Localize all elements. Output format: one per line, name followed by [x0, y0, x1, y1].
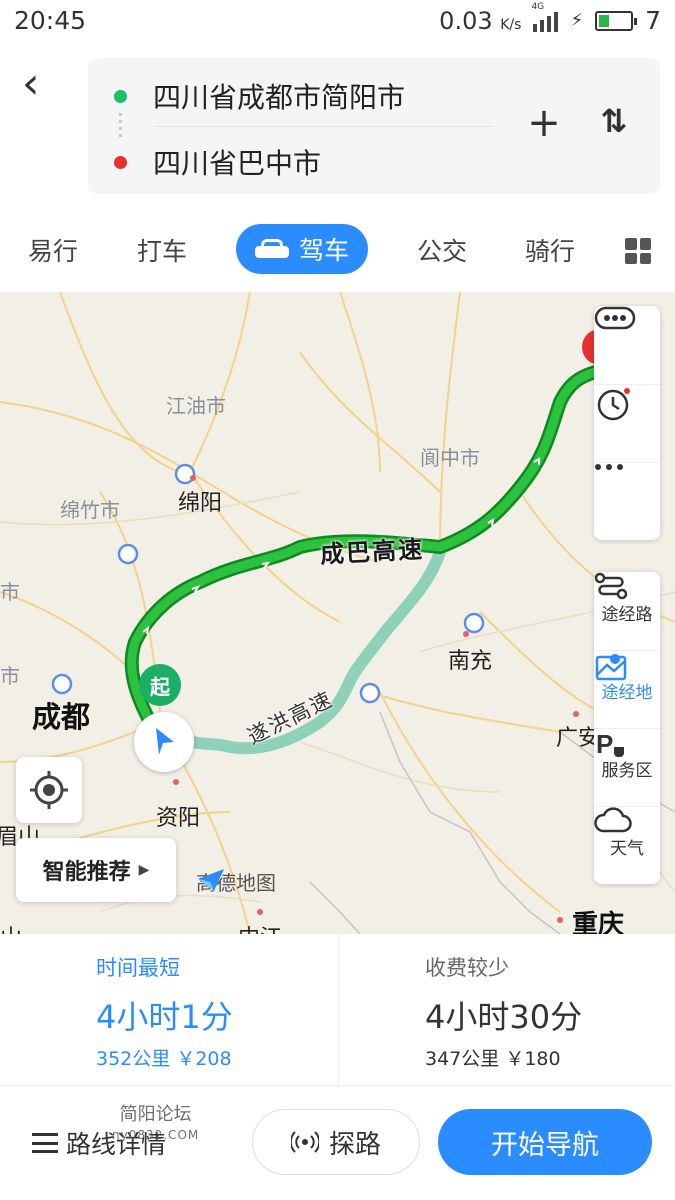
- triangle-right-icon: ▶: [138, 862, 150, 878]
- history-button[interactable]: [594, 384, 660, 462]
- locate-icon: [30, 771, 68, 809]
- map-label-mianzhu: 绵竹市: [60, 498, 120, 522]
- dots-pill-icon: [594, 306, 636, 330]
- origin-dot-icon: [114, 89, 127, 103]
- network-speed: 0.03 K/s: [439, 6, 522, 35]
- traffic-options-button[interactable]: [594, 306, 660, 384]
- charging-icon: ⚡: [570, 10, 584, 31]
- route-options: 时间最短 4小时1分 352公里 ￥208 收费较少 4小时30分 347公里 …: [0, 934, 675, 1086]
- map-label-neijiang: 内江: [238, 920, 282, 934]
- map-label-mianyang: 绵阳: [178, 491, 223, 516]
- destination-field[interactable]: 四川省巴中市: [153, 142, 321, 182]
- travel-mode-tabs: 易行 打车 驾车 公交 骑行: [0, 210, 675, 292]
- start-navigation-button[interactable]: 开始导航: [438, 1109, 652, 1175]
- destination-row[interactable]: 四川省巴中市: [88, 142, 321, 182]
- signal-icon: 4G: [531, 2, 559, 32]
- bottom-action-bar: 路线详情 简阳论坛 ny0832.COM 探路 开始导航: [0, 1087, 675, 1200]
- battery-icon: [595, 10, 638, 31]
- route-option-cheaper[interactable]: 收费较少 4小时30分 347公里 ￥180: [338, 934, 675, 1086]
- more-icon: [595, 464, 623, 470]
- status-time: 20:45: [14, 6, 87, 35]
- locate-button[interactable]: [16, 757, 82, 823]
- route-meta: 347公里 ￥180: [425, 1048, 561, 1070]
- map-tool-panel: 途经路 途经地 P 服务区 天气: [594, 572, 660, 884]
- waypoint-road-button[interactable]: 途经路: [594, 572, 660, 650]
- tab-drive-label: 驾车: [298, 236, 349, 265]
- divider: [154, 126, 494, 127]
- route-input-card: 四川省成都市简阳市 四川省巴中市 + ⇅: [88, 58, 660, 194]
- waypoint-road-icon: [594, 572, 628, 600]
- map-label-ziyang: 资阳: [156, 806, 201, 831]
- smart-recommend-button[interactable]: 智能推荐 ▶: [16, 838, 176, 902]
- more-button[interactable]: [594, 462, 660, 540]
- service-area-button[interactable]: P 服务区: [594, 728, 660, 806]
- tab-drive[interactable]: 驾车: [236, 224, 368, 274]
- map-label-edge-shan: 山: [0, 920, 22, 934]
- tab-bike[interactable]: 骑行: [525, 232, 575, 268]
- map-label-edge-shi-1: 市: [0, 580, 20, 604]
- route-tag: 收费较少: [425, 956, 509, 980]
- service-area-icon: P: [596, 729, 624, 759]
- route-option-fastest[interactable]: 时间最短 4小时1分 352公里 ￥208: [0, 934, 337, 1086]
- start-marker: 起: [139, 664, 181, 706]
- map-label-chongqing: 重庆: [572, 910, 625, 934]
- map-view[interactable]: 江油市 绵阳 绵竹市 阆中市 南充 成都 资阳 广安 重庆 眉山 市 市 内江 …: [0, 292, 675, 934]
- list-icon: [32, 1133, 58, 1153]
- swap-route-button[interactable]: ⇅: [594, 102, 634, 140]
- route-time: 4小时1分: [96, 998, 233, 1036]
- origin-field[interactable]: 四川省成都市简阳市: [153, 76, 405, 116]
- route-meta: 352公里 ￥208: [96, 1048, 232, 1070]
- svg-text:P: P: [596, 729, 613, 759]
- map-label-nanchong: 南充: [448, 649, 493, 674]
- origin-row[interactable]: 四川省成都市简阳市: [88, 76, 405, 116]
- connector-dots: [119, 113, 122, 139]
- car-icon: [254, 238, 289, 260]
- back-button[interactable]: ‹: [22, 62, 62, 108]
- add-waypoint-button[interactable]: +: [524, 100, 564, 146]
- route-header: ‹ 四川省成都市简阳市 四川省巴中市 + ⇅: [0, 42, 675, 210]
- route-tag: 时间最短: [96, 956, 180, 980]
- current-location-arrow-icon: [134, 712, 194, 772]
- route-time: 4小时30分: [425, 998, 583, 1036]
- map-label-jiangyou: 江油市: [166, 394, 226, 418]
- broadcast-icon: [290, 1131, 319, 1153]
- battery-level: 7: [645, 6, 661, 35]
- weather-icon: [594, 807, 632, 833]
- forum-watermark: 简阳论坛 ny0832.COM: [112, 1104, 200, 1143]
- map-label-edge-shi-2: 市: [0, 664, 20, 688]
- road-label-chengba: 成巴高速: [319, 535, 425, 569]
- waypoint-place-button[interactable]: 途经地: [594, 650, 660, 728]
- tab-yixing[interactable]: 易行: [28, 232, 78, 268]
- destination-dot-icon: [114, 155, 127, 169]
- status-right: 0.03 K/s 4G ⚡ 7: [439, 2, 661, 36]
- map-label-langzhong: 阆中市: [420, 446, 480, 470]
- history-icon: [597, 388, 630, 421]
- amap-logo: 高德地图: [196, 867, 276, 896]
- amap-logo-icon: [198, 869, 224, 891]
- tab-taxi[interactable]: 打车: [137, 232, 187, 268]
- waypoint-place-icon: [595, 654, 627, 681]
- explore-route-button[interactable]: 探路: [252, 1109, 420, 1175]
- map-top-controls: [594, 306, 660, 540]
- tab-bus[interactable]: 公交: [417, 232, 467, 268]
- map-label-chengdu: 成都: [32, 700, 91, 734]
- weather-button[interactable]: 天气: [594, 806, 660, 884]
- more-modes-icon[interactable]: [625, 238, 651, 264]
- status-bar: 20:45 0.03 K/s 4G ⚡ 7: [0, 0, 675, 42]
